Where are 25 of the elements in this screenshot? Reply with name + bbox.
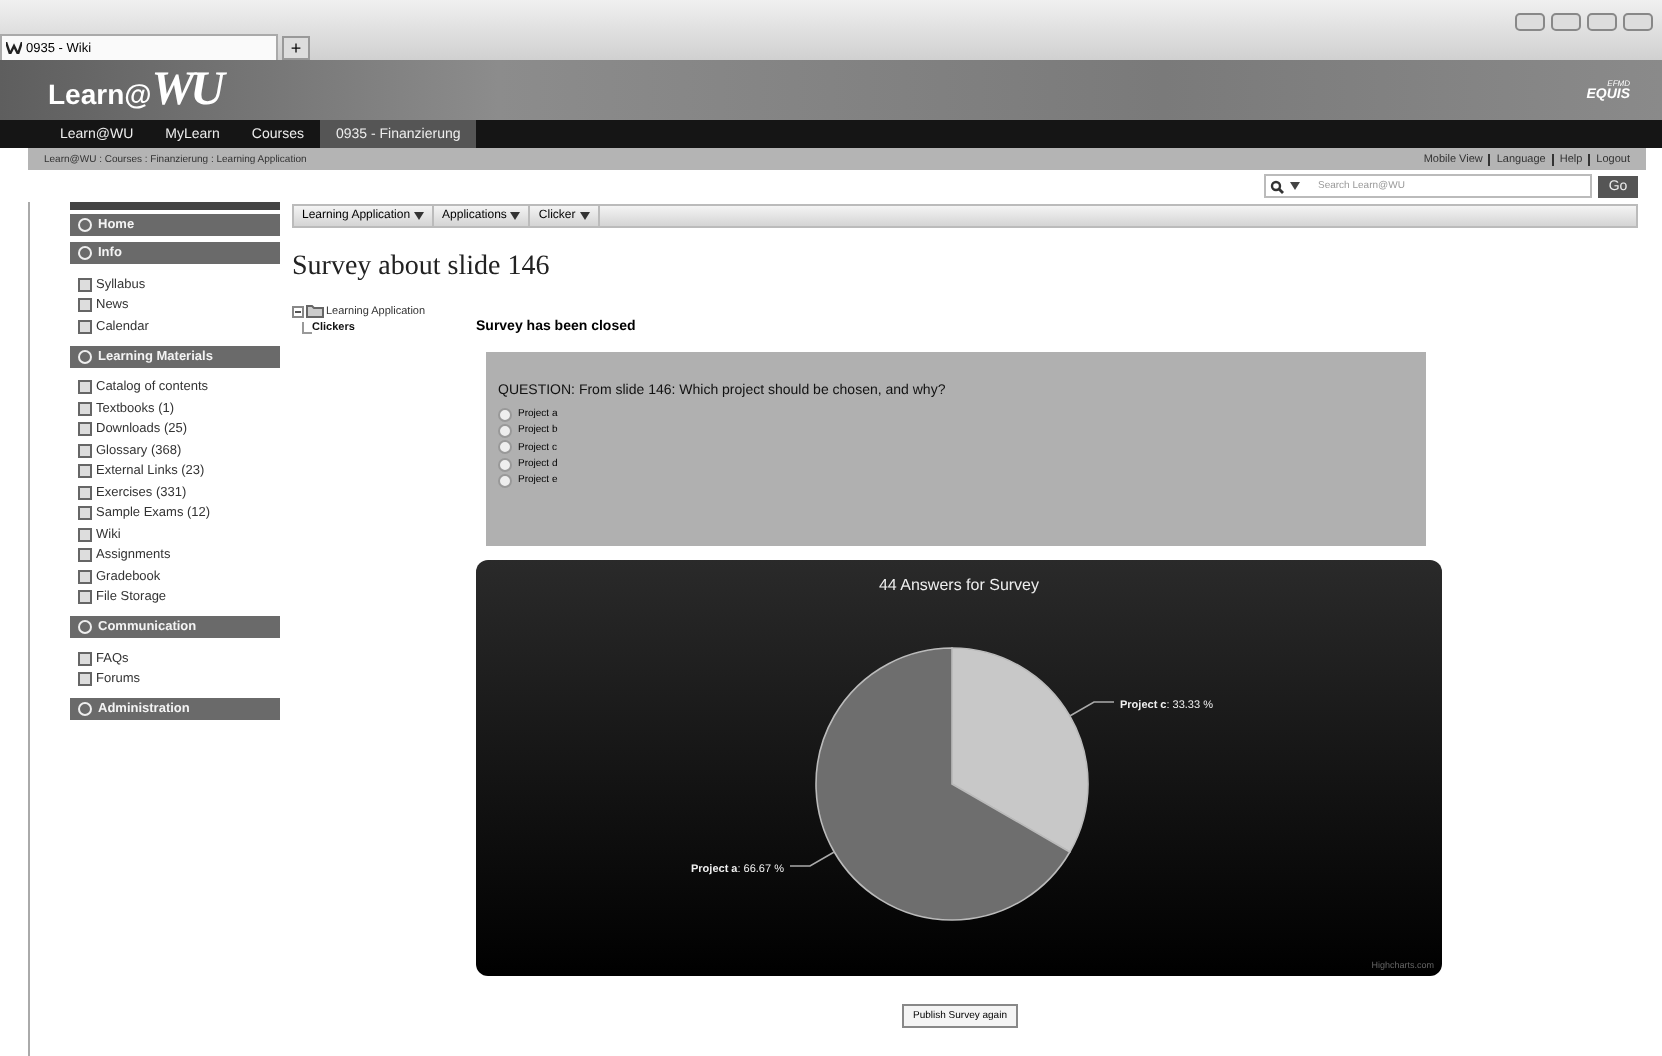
- radio-button[interactable]: [498, 440, 512, 455]
- folder-icon: [306, 304, 324, 318]
- window-controls-icon[interactable]: [1514, 12, 1654, 32]
- caret-icon: [414, 212, 425, 220]
- new-tab-button[interactable]: +: [282, 36, 310, 60]
- pie-slice[interactable]: [951, 647, 1089, 853]
- caret-icon[interactable]: [1290, 182, 1300, 190]
- radio-button[interactable]: [498, 407, 512, 422]
- caret-icon: [510, 212, 521, 220]
- section-icon: [78, 620, 92, 634]
- site-logo[interactable]: Learn@WU: [48, 63, 221, 117]
- section-icon: [78, 702, 92, 716]
- chart-title: 44 Answers for Survey: [878, 576, 1040, 594]
- section-icon: [78, 349, 92, 363]
- radio-button[interactable]: [498, 473, 512, 488]
- caret-icon: [579, 212, 590, 220]
- page-title: Survey about slide 146: [292, 252, 552, 284]
- pie-slice[interactable]: [815, 647, 1071, 921]
- radio-button[interactable]: [498, 423, 512, 438]
- collapse-icon[interactable]: [292, 305, 304, 317]
- favicon-icon: [6, 42, 22, 54]
- search-icon[interactable]: [1270, 179, 1284, 193]
- leader-line: [789, 851, 835, 867]
- radio-button[interactable]: [498, 457, 512, 472]
- leader-line: [1069, 701, 1115, 717]
